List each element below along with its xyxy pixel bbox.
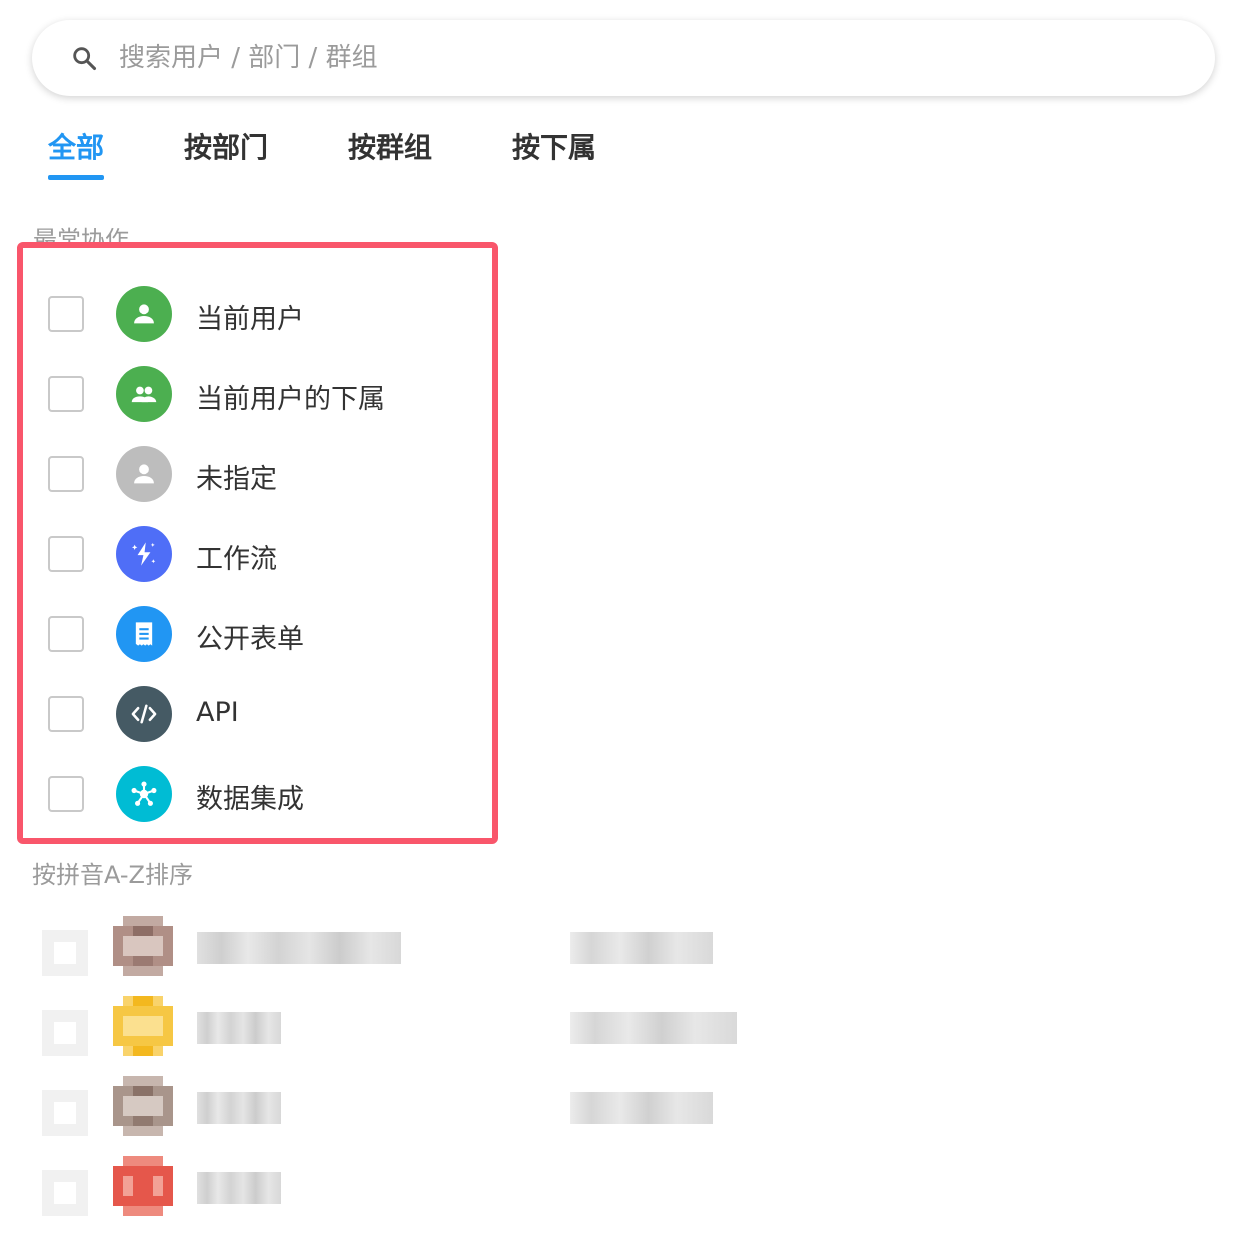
frequent-item-unassigned[interactable]: 未指定: [48, 444, 468, 504]
person-icon: [134, 304, 154, 324]
search-input[interactable]: [119, 38, 1169, 78]
checkbox[interactable]: [42, 1010, 88, 1056]
avatar: [116, 446, 172, 502]
redacted-name: [197, 932, 401, 964]
avatar: [116, 606, 172, 662]
item-label: 未指定: [196, 464, 277, 495]
avatar: [113, 996, 173, 1056]
frequent-item-data-integration[interactable]: 数据集成: [48, 764, 468, 824]
checkbox[interactable]: [48, 456, 84, 492]
frequent-item-current-user-subordinates[interactable]: 当前用户的下属: [48, 364, 468, 424]
frequent-item-workflow[interactable]: 工作流: [48, 524, 468, 584]
checkbox[interactable]: [48, 696, 84, 732]
redacted-department: [570, 932, 713, 964]
search-icon: [73, 47, 97, 71]
avatar: [113, 1156, 173, 1216]
redacted-department: [570, 1092, 713, 1124]
list-item[interactable]: [40, 1156, 760, 1220]
tab-by-group[interactable]: 按群组: [348, 126, 432, 166]
item-label: 公开表单: [196, 624, 304, 655]
section-title-frequent: 最常协作: [33, 226, 129, 244]
list-item[interactable]: [40, 996, 760, 1060]
avatar: [113, 1076, 173, 1136]
member-picker: 全部 按部门 按群组 按下属 最常协作 当前用户: [0, 0, 1240, 1248]
section-title-az: 按拼音A-Z排序: [32, 861, 193, 889]
active-tab-indicator: [48, 175, 104, 180]
avatar: [116, 766, 172, 822]
search-bar[interactable]: [32, 20, 1215, 96]
checkbox[interactable]: [42, 930, 88, 976]
avatar: [116, 526, 172, 582]
avatar: [116, 686, 172, 742]
avatar: [113, 916, 173, 976]
tab-by-department[interactable]: 按部门: [184, 126, 268, 166]
redacted-name: [197, 1092, 281, 1124]
list-item[interactable]: [40, 916, 760, 980]
redacted-name: [197, 1172, 281, 1204]
form-icon: [135, 622, 153, 646]
sparkle-bolt-icon: [131, 542, 156, 566]
checkbox[interactable]: [48, 296, 84, 332]
checkbox[interactable]: [48, 616, 84, 652]
tab-all[interactable]: 全部: [48, 126, 105, 180]
tab-by-group-label: 按群组: [348, 131, 433, 164]
avatar: [116, 286, 172, 342]
avatar: [116, 366, 172, 422]
item-label: 当前用户: [196, 304, 304, 335]
list-item[interactable]: [40, 1076, 760, 1140]
integration-icon: [131, 781, 157, 806]
checkbox[interactable]: [42, 1170, 88, 1216]
person-icon: [134, 464, 154, 484]
item-label: 工作流: [196, 544, 277, 575]
tab-by-subordinate-label: 按下属: [512, 131, 597, 164]
checkbox[interactable]: [48, 776, 84, 812]
checkbox[interactable]: [42, 1090, 88, 1136]
tab-by-department-label: 按部门: [184, 131, 269, 164]
item-label: 数据集成: [196, 784, 304, 815]
tab-by-subordinate[interactable]: 按下属: [512, 126, 596, 166]
tab-all-label: 全部: [48, 131, 105, 164]
checkbox[interactable]: [48, 536, 84, 572]
group-icon: [131, 386, 157, 403]
item-label: API: [196, 697, 239, 728]
redacted-name: [197, 1012, 281, 1044]
frequent-item-api[interactable]: API: [48, 684, 468, 744]
redacted-department: [570, 1012, 737, 1044]
frequent-item-public-form[interactable]: 公开表单: [48, 604, 468, 664]
item-label: 当前用户的下属: [196, 384, 385, 415]
checkbox[interactable]: [48, 376, 84, 412]
frequent-item-current-user[interactable]: 当前用户: [48, 284, 468, 344]
code-icon: [131, 704, 157, 724]
